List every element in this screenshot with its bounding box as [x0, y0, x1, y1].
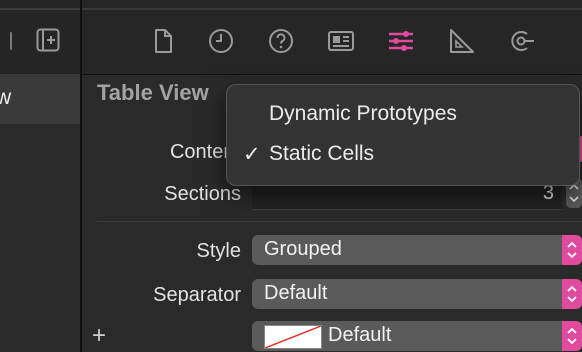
connections-inspector-tab[interactable] — [506, 26, 536, 56]
separator-color-value: Default — [328, 324, 392, 346]
navigator-selected-row[interactable]: w — [0, 74, 80, 124]
sections-label: Sections — [164, 183, 241, 205]
navigator-toolbar — [0, 0, 80, 74]
sliders-icon — [389, 31, 413, 51]
chevron-up-down-icon — [567, 241, 577, 259]
style-value: Grouped — [264, 238, 342, 260]
question-icon — [269, 29, 293, 53]
navigator-row-label: w — [0, 86, 12, 109]
section-header: Table View — [97, 80, 209, 105]
attributes-inspector-tab[interactable] — [386, 26, 416, 56]
color-swatch — [264, 325, 322, 349]
toolbar-divider — [0, 8, 80, 10]
chevron-up-down-icon — [567, 285, 577, 303]
separator-color-popup[interactable]: Default — [252, 321, 582, 351]
add-editor-icon — [36, 28, 60, 52]
add-button[interactable]: + — [92, 322, 106, 350]
ruler-icon — [450, 29, 474, 53]
no-color-slash-icon — [265, 326, 321, 348]
toolbar-divider — [82, 8, 582, 10]
clock-icon — [209, 29, 233, 53]
connections-icon — [511, 31, 534, 51]
inspector-tab-bar — [82, 0, 582, 75]
style-label: Style — [196, 240, 241, 262]
checkmark-icon: ✓ — [243, 143, 261, 166]
separator-label: Separator — [153, 284, 241, 306]
file-inspector-tab[interactable] — [148, 26, 178, 56]
size-inspector-tab[interactable] — [446, 26, 476, 56]
separator-value: Default — [264, 282, 328, 304]
popup-arrows — [562, 235, 582, 265]
content-label: Conter — [169, 141, 230, 163]
menu-item-static-cells[interactable]: Static Cells — [269, 142, 374, 166]
popup-arrows — [562, 321, 582, 351]
file-icon — [155, 29, 172, 53]
section-divider — [97, 221, 582, 222]
add-editor-button[interactable] — [36, 28, 60, 52]
toolbar-separator — [10, 32, 12, 50]
quick-help-tab[interactable] — [266, 26, 296, 56]
history-inspector-tab[interactable] — [206, 26, 236, 56]
chevron-up-down-icon — [567, 327, 577, 345]
style-popup[interactable]: Grouped — [252, 235, 582, 265]
separator-popup[interactable]: Default — [252, 279, 582, 309]
popup-arrows — [562, 279, 582, 309]
identity-inspector-tab[interactable] — [326, 26, 356, 56]
id-card-icon — [328, 31, 354, 51]
menu-item-dynamic-prototypes[interactable]: Dynamic Prototypes — [269, 102, 457, 126]
content-dropdown-menu: Dynamic Prototypes ✓ Static Cells — [226, 84, 580, 186]
